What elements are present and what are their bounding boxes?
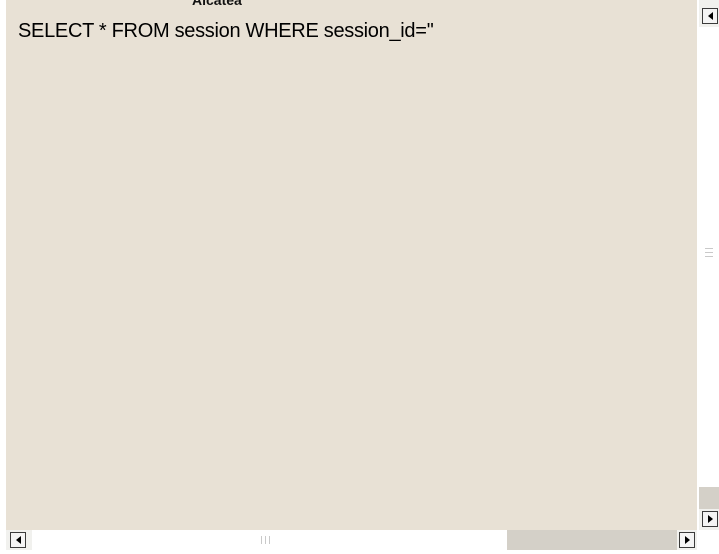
scrollbar-corner [697, 530, 719, 554]
content-area: Alcatea SELECT * FROM session WHERE sess… [6, 0, 697, 530]
triangle-left-icon [707, 12, 713, 20]
triangle-right-icon [684, 536, 690, 544]
horizontal-grip-icon [261, 536, 270, 544]
vertical-scroll-thumb[interactable] [699, 487, 719, 509]
vertical-scroll-track[interactable] [699, 27, 719, 487]
horizontal-scrollbar[interactable] [6, 530, 697, 550]
vertical-scrollbar[interactable] [699, 0, 719, 530]
sql-query-text: SELECT * FROM session WHERE session_id='… [18, 20, 434, 42]
scroll-left-button[interactable] [10, 532, 26, 548]
vertical-grip-icon [705, 248, 713, 257]
scroll-down-button[interactable] [702, 511, 718, 527]
triangle-right-icon [707, 515, 713, 523]
horizontal-scroll-thumb[interactable] [507, 530, 677, 550]
page-heading: Alcatea [192, 0, 242, 8]
triangle-left-icon [15, 536, 21, 544]
scroll-right-button[interactable] [679, 532, 695, 548]
page-frame: Alcatea SELECT * FROM session WHERE sess… [0, 0, 719, 554]
scroll-up-button[interactable] [702, 8, 718, 24]
horizontal-scroll-track[interactable] [32, 530, 507, 550]
